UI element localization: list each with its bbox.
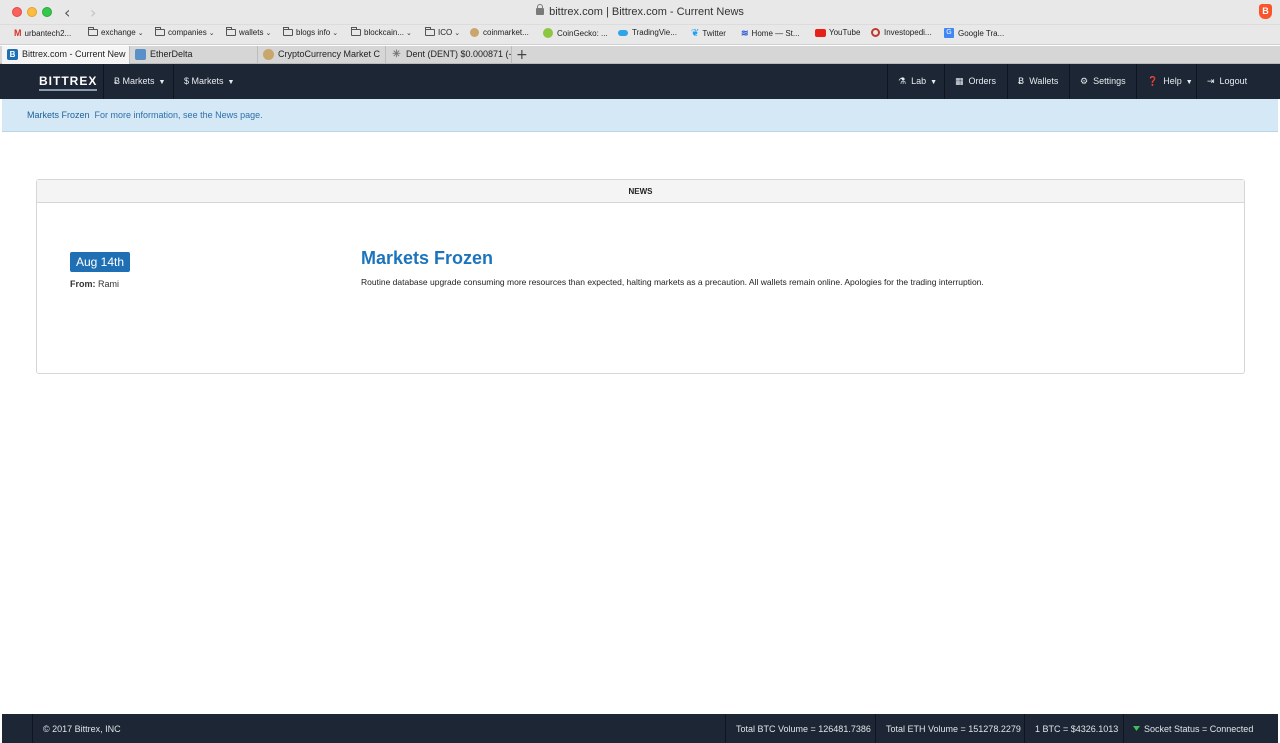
nav-btc-markets[interactable]: Ƀ Markets ▼ [114, 64, 165, 99]
dent-favicon: ✳ [392, 49, 401, 60]
caret-down-icon: ▼ [1185, 79, 1193, 86]
bookmark-google-translate[interactable]: G Google Tra... [944, 28, 1004, 38]
bookmark-coinmarketcap[interactable]: coinmarket... [470, 28, 529, 37]
calendar-icon: ▦ [955, 77, 964, 87]
bookmark-steemit[interactable]: ≋ Home — St... [741, 28, 800, 39]
folder-icon [425, 27, 435, 36]
gear-icon: ⚙ [1080, 77, 1089, 87]
chevron-down-icon: ⌄ [265, 29, 272, 37]
bookmark-folder-exchange[interactable]: exchange ⌄ [88, 27, 144, 37]
nav-settings[interactable]: ⚙ Settings [1080, 64, 1126, 99]
bookmark-folder-blockchain[interactable]: blockcain... ⌄ [351, 27, 412, 37]
folder-icon [155, 27, 165, 36]
site-footer: © 2017 Bittrex, INC Total BTC Volume = 1… [2, 714, 1278, 743]
investopedia-icon [871, 28, 880, 37]
folder-icon [88, 27, 98, 36]
news-title: Markets Frozen [361, 248, 494, 268]
nav-lab[interactable]: ⚗ Lab ▼ [898, 64, 937, 99]
folder-icon [226, 27, 236, 36]
new-tab-button[interactable]: + [516, 46, 528, 64]
news-author: From: Rami [70, 279, 120, 289]
lock-icon [536, 4, 545, 15]
logout-icon: ⇥ [1207, 77, 1215, 87]
news-date-badge: Aug 14th [70, 252, 131, 272]
youtube-icon [815, 28, 826, 37]
twitter-icon: ❦ [691, 28, 700, 39]
chevron-down-icon: ⌄ [137, 29, 144, 37]
footer-btc-volume: Total BTC Volume = 126481.7386 [736, 724, 871, 734]
nav-orders[interactable]: ▦ Orders [955, 64, 996, 99]
footer-btc-price: 1 BTC = $4326.1013 [1035, 724, 1119, 734]
bookmark-coingecko[interactable]: CoinGecko: ... [543, 28, 608, 38]
tab-bittrex[interactable]: B Bittrex.com - Current New [2, 46, 130, 64]
tab-etherdelta[interactable]: EtherDelta [130, 46, 258, 64]
nav-help[interactable]: ❓ Help ▼ [1147, 64, 1193, 99]
connection-status-icon [1133, 726, 1140, 731]
bookmarks-bar: Murbantech2... exchange ⌄ companies ⌄ wall… [0, 25, 1280, 45]
coingecko-icon [543, 28, 553, 38]
bookmark-folder-wallets[interactable]: wallets ⌄ [226, 27, 272, 37]
caret-down-icon: ▼ [930, 79, 938, 86]
alert-news-link[interactable]: For more information, see the News page. [95, 110, 263, 120]
site-navbar: BITTREX Ƀ Markets ▼ $ Markets ▼ ⚗ Lab ▼ ▦ Ord… [0, 64, 1280, 99]
nav-wallets[interactable]: Ƀ Wallets [1018, 64, 1058, 99]
bookmark-tradingview[interactable]: TradingVie... [618, 28, 677, 37]
google-translate-icon: G [944, 28, 954, 38]
alert-title: Markets Frozen [27, 110, 90, 120]
etherdelta-favicon [135, 49, 146, 60]
caret-down-icon: ▼ [227, 79, 235, 86]
bittrex-favicon: B [7, 49, 18, 60]
news-panel-heading: NEWS [37, 180, 1244, 203]
bookmark-folder-ico[interactable]: ICO ⌄ [425, 27, 461, 37]
tab-dent[interactable]: ✳ Dent (DENT) $0.000871 (- [386, 46, 512, 64]
nav-usd-markets[interactable]: $ Markets ▼ [184, 64, 234, 99]
nav-logout[interactable]: ⇥ Logout [1207, 64, 1247, 99]
chevron-down-icon: ⌄ [332, 29, 339, 37]
address-text: bittrex.com | Bittrex.com - Current News [549, 6, 744, 18]
folder-icon [283, 27, 293, 36]
flask-icon: ⚗ [898, 77, 907, 87]
chevron-down-icon: ⌄ [208, 29, 215, 37]
tradingview-icon [618, 29, 628, 36]
bookmark-gmail[interactable]: Murbantech2... [14, 28, 71, 38]
news-body: Routine database upgrade consuming more … [361, 277, 984, 287]
news-panel: NEWS Aug 14th From: Rami Markets Frozen … [36, 179, 1245, 374]
gmail-icon: M [14, 28, 22, 38]
footer-eth-volume: Total ETH Volume = 151278.2279 [886, 724, 1021, 734]
chevron-down-icon: ⌄ [454, 29, 461, 37]
bitcoin-icon: Ƀ [1018, 77, 1025, 87]
tab-coinmarketcap[interactable]: CryptoCurrency Market C [258, 46, 386, 64]
steemit-icon: ≋ [741, 28, 749, 38]
bookmark-folder-blogs-info[interactable]: blogs info ⌄ [283, 27, 339, 37]
chevron-down-icon: ⌄ [406, 29, 412, 37]
coinmarketcap-icon [470, 28, 479, 37]
address-bar[interactable]: bittrex.com | Bittrex.com - Current News [0, 4, 1280, 18]
caret-down-icon: ▼ [158, 79, 166, 86]
bookmark-twitter[interactable]: ❦ Twitter [691, 28, 726, 39]
folder-icon [351, 27, 361, 36]
footer-copyright: © 2017 Bittrex, INC [43, 724, 121, 734]
footer-socket-status: Socket Status = Connected [1133, 714, 1253, 743]
question-icon: ❓ [1147, 77, 1159, 87]
bookmark-investopedia[interactable]: Investopedi... [871, 28, 932, 37]
bookmark-youtube[interactable]: YouTube [815, 28, 860, 37]
bookmark-folder-companies[interactable]: companies ⌄ [155, 27, 215, 37]
brave-shield-icon[interactable]: B [1259, 4, 1272, 19]
coinmarketcap-favicon [263, 49, 274, 60]
browser-titlebar: ‹ › bittrex.com | Bittrex.com - Current … [0, 0, 1280, 25]
bittrex-logo[interactable]: BITTREX [39, 74, 98, 91]
tab-strip: B Bittrex.com - Current New EtherDelta Cr… [0, 46, 1280, 64]
markets-frozen-alert: Markets Frozen For more information, see … [2, 99, 1278, 132]
